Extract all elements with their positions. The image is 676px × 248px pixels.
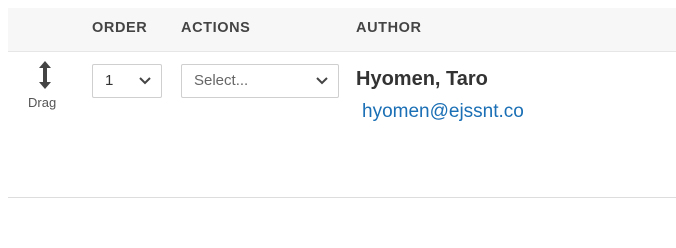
author-email-link[interactable]: hyomen@ejssnt.co [362, 100, 542, 124]
actions-select[interactable]: Select... [181, 64, 339, 98]
chevron-down-icon [139, 77, 151, 85]
column-header-author: AUTHOR [356, 20, 422, 36]
table-row: Drag 1 Select... Hyomen, Taro hyomen@ejs… [8, 52, 676, 198]
column-header-actions: ACTIONS [181, 20, 251, 36]
table-header: ORDER ACTIONS AUTHOR [8, 8, 676, 52]
order-select-value: 1 [105, 72, 114, 89]
drag-label: Drag [28, 95, 57, 110]
drag-handle[interactable]: Drag [26, 60, 66, 116]
order-select[interactable]: 1 [92, 64, 162, 98]
author-name: Hyomen, Taro [356, 68, 488, 90]
column-header-order: ORDER [92, 20, 148, 36]
chevron-down-icon [316, 77, 328, 85]
vertical-resize-arrow-icon [39, 61, 51, 89]
actions-select-placeholder: Select... [194, 72, 249, 89]
